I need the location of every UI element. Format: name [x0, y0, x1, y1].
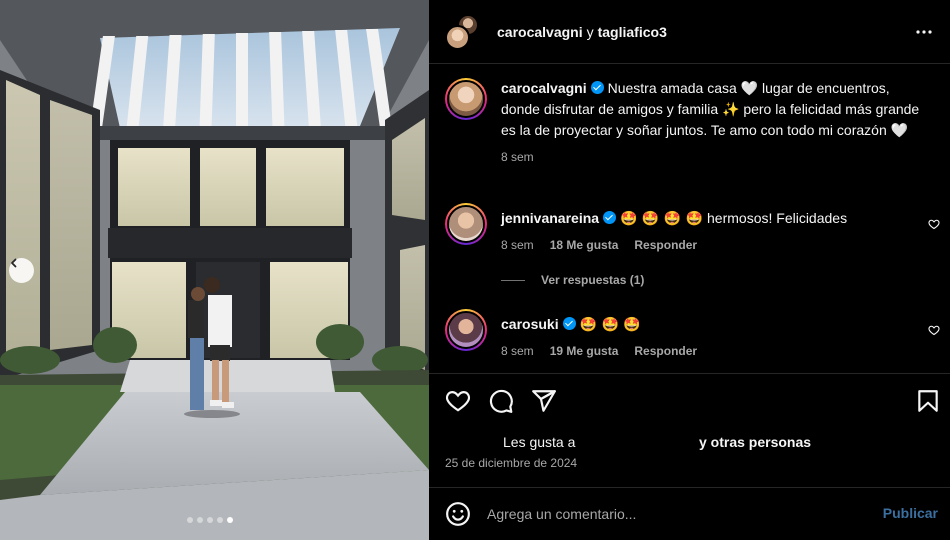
post-header: carocalvagni y tagliafico3: [429, 0, 950, 64]
post-authors: carocalvagni y tagliafico3: [497, 24, 667, 40]
carousel-indicator: [187, 517, 233, 523]
authors-conjunction: y: [586, 23, 594, 40]
carousel-dot: [187, 517, 193, 523]
star-struck-emojis: 🤩 🤩 🤩: [579, 317, 641, 333]
star-struck-emojis: 🤩 🤩 🤩 🤩: [620, 211, 704, 227]
carousel-dot: [217, 517, 223, 523]
comment-text: carosuki 🤩 🤩 🤩: [501, 314, 921, 335]
carousel-dot: [197, 517, 203, 523]
white-heart-emoji: 🤍: [890, 123, 909, 139]
comment-likes-count[interactable]: 19 Me gusta: [550, 344, 619, 358]
comment-time[interactable]: 8 sem: [501, 344, 534, 358]
post-date[interactable]: 25 de diciembre de 2024: [445, 456, 577, 470]
caption-time[interactable]: 8 sem: [501, 150, 534, 164]
carousel-dot: [207, 517, 213, 523]
comment-body: hermosos! Felicidades: [703, 210, 848, 226]
send-icon[interactable]: [531, 388, 557, 414]
comment-text: jennivanareina 🤩 🤩 🤩 🤩 hermosos! Felicida…: [501, 208, 921, 229]
author-link[interactable]: carocalvagni: [497, 24, 583, 40]
comment-time[interactable]: 8 sem: [501, 238, 534, 252]
post-comment-button[interactable]: Publicar: [883, 505, 938, 521]
post-action-bar: [445, 388, 939, 414]
house-photo: [0, 0, 429, 540]
reply-button[interactable]: Responder: [634, 344, 697, 358]
comment-item: jennivanareina 🤩 🤩 🤩 🤩 hermosos! Felicida…: [445, 203, 950, 252]
comment-composer: Publicar: [429, 487, 950, 540]
chevron-left-icon: [11, 258, 17, 268]
carousel-dot-active: [227, 517, 233, 523]
reply-button[interactable]: Responder: [634, 238, 697, 252]
section-divider: [429, 373, 950, 374]
comment-likes-count[interactable]: 18 Me gusta: [550, 238, 619, 252]
comment-username[interactable]: carosuki: [501, 316, 559, 332]
comment-username[interactable]: jennivanareina: [501, 210, 599, 226]
replies-divider-line: [501, 279, 525, 281]
white-heart-emoji: 🤍: [740, 81, 759, 97]
post-caption: carocalvagni Nuestra amada casa 🤍 lugar d…: [445, 78, 950, 164]
caption-text: carocalvagni Nuestra amada casa 🤍 lugar d…: [501, 78, 921, 141]
comment-meta: 8 sem 18 Me gusta Responder: [501, 238, 921, 252]
smiley-icon[interactable]: [445, 501, 471, 527]
comment-like-heart-icon[interactable]: [928, 218, 940, 230]
caption-meta: 8 sem: [501, 150, 921, 164]
avatar[interactable]: [445, 78, 487, 120]
caption-username[interactable]: carocalvagni: [501, 80, 587, 96]
carousel-prev-button[interactable]: [9, 258, 34, 283]
view-replies-label: Ver respuestas (1): [541, 273, 645, 287]
comment-icon[interactable]: [488, 388, 514, 414]
verified-badge-icon: [590, 81, 604, 94]
likes-summary: Les gusta a y otras personas: [503, 434, 883, 450]
comment-like-heart-icon[interactable]: [928, 324, 940, 336]
avatar[interactable]: [445, 203, 487, 245]
post-photo[interactable]: [0, 0, 429, 540]
sparkles-emoji: ✨: [722, 102, 740, 118]
likes-prefix: Les gusta a: [503, 434, 576, 450]
comment-item: carosuki 🤩 🤩 🤩 8 sem 19 Me gusta Responde…: [445, 309, 950, 358]
likes-others-link[interactable]: y otras personas: [699, 434, 811, 450]
verified-badge-icon: [562, 317, 576, 330]
avatar[interactable]: [445, 309, 487, 351]
comment-input[interactable]: [487, 502, 867, 526]
post-side-panel: carocalvagni y tagliafico3 carocalvagni Nue…: [429, 0, 950, 540]
author-link[interactable]: tagliafico3: [598, 24, 667, 40]
heart-icon[interactable]: [445, 388, 471, 414]
more-horizontal-icon[interactable]: [914, 22, 934, 42]
bookmark-icon[interactable]: [915, 388, 941, 414]
caption-part: Nuestra amada casa: [607, 80, 741, 96]
avatar: [445, 24, 470, 50]
collab-avatars[interactable]: [445, 13, 481, 50]
view-replies-button[interactable]: Ver respuestas (1): [501, 273, 644, 287]
comment-meta: 8 sem 19 Me gusta Responder: [501, 344, 921, 358]
verified-badge-icon: [603, 211, 617, 224]
